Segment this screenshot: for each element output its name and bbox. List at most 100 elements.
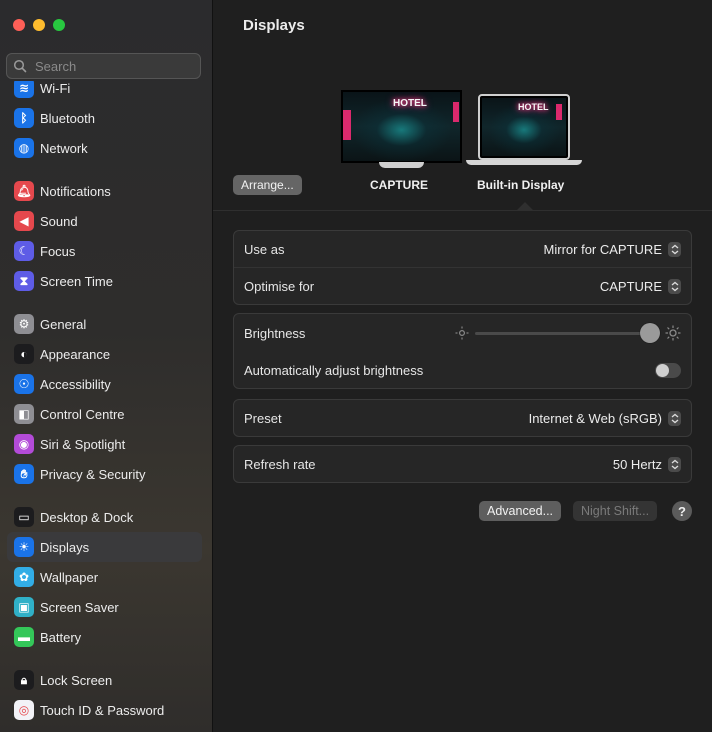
bell-icon: 🔔︎ bbox=[14, 181, 34, 201]
brightness-group: Brightness Automatically adjust brightne… bbox=[233, 313, 692, 389]
use-as-popup[interactable]: Mirror for CAPTURE bbox=[543, 241, 681, 257]
sidebar-item-wifi[interactable]: ≋ Wi-Fi bbox=[7, 81, 202, 103]
auto-brightness-label: Automatically adjust brightness bbox=[244, 362, 424, 378]
preset-group: Preset Internet & Web (sRGB) bbox=[233, 399, 692, 437]
refresh-group: Refresh rate 50 Hertz bbox=[233, 445, 692, 483]
sidebar-item-screen-time[interactable]: ⧗ Screen Time bbox=[7, 266, 202, 296]
popup-chevron-icon bbox=[668, 410, 681, 426]
minimize-button[interactable] bbox=[33, 19, 45, 31]
sidebar-item-desktop-and-dock[interactable]: ▭ Desktop & Dock bbox=[7, 502, 202, 532]
fingerprint-icon: ◎ bbox=[14, 700, 34, 720]
toggle-thumb bbox=[656, 363, 669, 377]
sidebar-item-wallpaper[interactable]: ✿ Wallpaper bbox=[7, 562, 202, 592]
night-shift-button[interactable]: Night Shift... bbox=[573, 501, 658, 521]
sidebar-item-label: Screen Time bbox=[40, 273, 113, 289]
sidebar-item-label: Appearance bbox=[40, 346, 111, 362]
preset-popup[interactable]: Internet & Web (sRGB) bbox=[529, 410, 681, 426]
optimise-row: Optimise for CAPTURE bbox=[234, 267, 691, 304]
auto-brightness-row: Automatically adjust brightness bbox=[234, 352, 691, 388]
gear-icon: ⚙ bbox=[14, 314, 34, 334]
help-button[interactable]: ? bbox=[672, 501, 692, 521]
lock-icon: 🔒︎ bbox=[14, 670, 34, 690]
brightness-knob[interactable] bbox=[639, 322, 660, 343]
search-icon bbox=[13, 59, 27, 73]
settings-window: ≋ Wi-Fi ᛒ Bluetooth ◍ Network 🔔︎ Notifications ◀… bbox=[0, 0, 712, 732]
external-monitor[interactable]: HOTEL bbox=[341, 90, 462, 168]
use-as-label: Use as bbox=[244, 241, 285, 257]
popup-chevron-icon bbox=[668, 278, 681, 294]
sidebar-item-sound[interactable]: ◀ Sound bbox=[7, 206, 202, 236]
sidebar-item-general[interactable]: ⚙ General bbox=[7, 309, 202, 339]
sidebar-item-label: Displays bbox=[40, 539, 90, 555]
search-field[interactable] bbox=[6, 53, 201, 79]
advanced-button[interactable]: Advanced... bbox=[479, 501, 562, 521]
sidebar-item-touch-id-and-password[interactable]: ◎ Touch ID & Password bbox=[7, 695, 202, 725]
sidebar-item-appearance[interactable]: ◐ Appearance bbox=[7, 339, 202, 369]
sidebar-list: ≋ Wi-Fi ᛒ Bluetooth ◍ Network 🔔︎ Notifications ◀… bbox=[0, 81, 212, 732]
sidebar-item-label: Privacy & Security bbox=[40, 466, 146, 482]
page-title: Displays bbox=[243, 17, 305, 34]
hourglass-icon: ⧗ bbox=[14, 271, 34, 291]
optimise-popup[interactable]: CAPTURE bbox=[600, 278, 681, 294]
optimise-label: Optimise for bbox=[244, 278, 315, 294]
sidebar-item-network[interactable]: ◍ Network bbox=[7, 133, 202, 163]
sidebar-item-notifications[interactable]: 🔔︎ Notifications bbox=[7, 176, 202, 206]
sidebar-item-battery[interactable]: ▬ Battery bbox=[7, 622, 202, 652]
sidebar-item-label: General bbox=[40, 316, 87, 332]
sidebar-item-label: Touch ID & Password bbox=[40, 702, 165, 718]
selection-indicator bbox=[517, 202, 533, 210]
sidebar-item-label: Bluetooth bbox=[40, 110, 95, 126]
window-controls bbox=[13, 19, 65, 31]
sun-icon: ☀ bbox=[14, 537, 34, 557]
sidebar-item-label: Screen Saver bbox=[40, 599, 119, 615]
auto-brightness-toggle[interactable] bbox=[655, 362, 681, 378]
laptop-base bbox=[466, 160, 582, 165]
sidebar-item-siri-and-spotlight[interactable]: ◉ Siri & Spotlight bbox=[7, 429, 202, 459]
use-as-value: Mirror for CAPTURE bbox=[543, 241, 662, 257]
search-input[interactable] bbox=[33, 57, 197, 75]
builtin-wallpaper-text: HOTEL bbox=[518, 102, 549, 112]
sun-small-icon bbox=[455, 326, 469, 340]
popup-chevron-icon bbox=[668, 241, 681, 257]
sidebar-item-label: Sound bbox=[40, 213, 78, 229]
zoom-button[interactable] bbox=[53, 19, 65, 31]
brightness-slider-wrap bbox=[455, 322, 681, 343]
appearance-icon: ◐ bbox=[14, 344, 34, 364]
sidebar-item-screen-saver[interactable]: ▣ Screen Saver bbox=[7, 592, 202, 622]
hand-icon: ✋︎ bbox=[14, 464, 34, 484]
sun-large-icon bbox=[665, 325, 681, 341]
sidebar-item-bluetooth[interactable]: ᛒ Bluetooth bbox=[7, 103, 202, 133]
battery-icon: ▬ bbox=[14, 627, 34, 647]
builtin-display-label: Built-in Display bbox=[477, 178, 565, 192]
bluetooth-icon: ᛒ bbox=[14, 108, 34, 128]
sidebar-item-label: Notifications bbox=[40, 183, 111, 199]
sidebar-item-label: Wi-Fi bbox=[40, 81, 71, 96]
brightness-slider[interactable] bbox=[475, 322, 660, 343]
sidebar-item-label: Control Centre bbox=[40, 406, 125, 422]
sidebar-item-privacy-and-security[interactable]: ✋︎ Privacy & Security bbox=[7, 459, 202, 489]
sidebar-item-label: Accessibility bbox=[40, 376, 111, 392]
wifi-icon: ≋ bbox=[14, 81, 34, 98]
sidebar-item-focus[interactable]: ☾ Focus bbox=[7, 236, 202, 266]
sidebar-item-label: Network bbox=[40, 140, 88, 156]
external-wallpaper-text: HOTEL bbox=[393, 98, 427, 109]
sidebar-item-lock-screen[interactable]: 🔒︎ Lock Screen bbox=[7, 665, 202, 695]
sidebar-item-displays[interactable]: ☀ Displays bbox=[7, 532, 202, 562]
close-button[interactable] bbox=[13, 19, 25, 31]
flower-icon: ✿ bbox=[14, 567, 34, 587]
speaker-icon: ◀ bbox=[14, 211, 34, 231]
brightness-row: Brightness bbox=[234, 314, 691, 352]
arrange-button[interactable]: Arrange... bbox=[233, 175, 302, 195]
external-display-label: CAPTURE bbox=[370, 178, 429, 192]
monitor-stand bbox=[379, 162, 424, 168]
screensaver-icon: ▣ bbox=[14, 597, 34, 617]
builtin-display[interactable]: HOTEL bbox=[466, 94, 582, 166]
sidebar-item-control-centre[interactable]: ◧ Control Centre bbox=[7, 399, 202, 429]
refresh-popup[interactable]: 50 Hertz bbox=[613, 456, 681, 472]
globe-icon: ◍ bbox=[14, 138, 34, 158]
sidebar-item-label: Wallpaper bbox=[40, 569, 99, 585]
sidebar-item-accessibility[interactable]: ☉ Accessibility bbox=[7, 369, 202, 399]
sidebar-item-label: Desktop & Dock bbox=[40, 509, 134, 525]
use-as-row: Use as Mirror for CAPTURE bbox=[234, 231, 691, 267]
siri-icon: ◉ bbox=[14, 434, 34, 454]
